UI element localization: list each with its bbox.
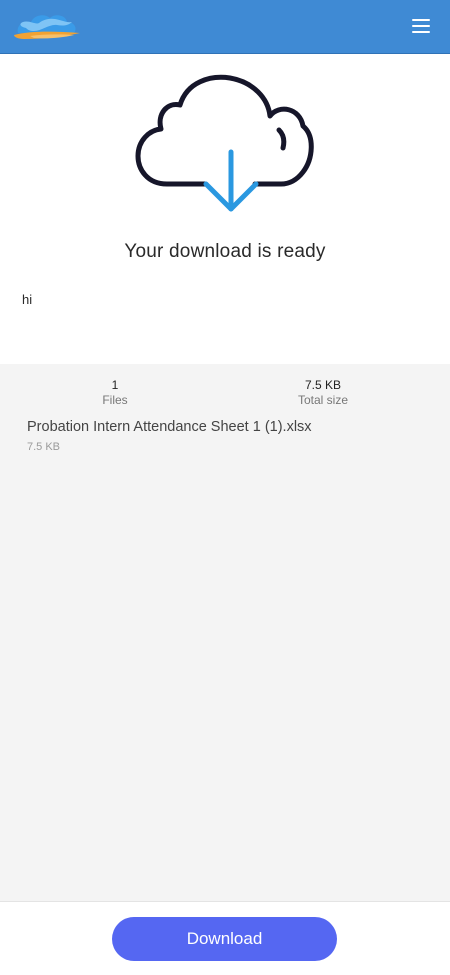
menu-button[interactable]	[412, 17, 432, 35]
menu-bar-line	[412, 19, 430, 21]
sender-message: hi	[22, 292, 33, 307]
download-ready-panel: Your download is ready hi	[0, 54, 450, 364]
file-size: 7.5 KB	[27, 441, 61, 453]
page: Your download is ready hi 1 Files 7.5 KB…	[0, 0, 450, 975]
file-name: Probation Intern Attendance Sheet 1 (1).…	[27, 419, 312, 435]
top-navigation-bar	[0, 0, 450, 54]
cloud-logo-icon[interactable]	[12, 9, 82, 45]
menu-bar-line	[412, 31, 430, 33]
transfer-summary: 1 Files 7.5 KB Total size	[0, 378, 450, 414]
total-size-stat: 7.5 KB Total size	[253, 378, 393, 408]
file-list-item[interactable]: Probation Intern Attendance Sheet 1 (1).…	[27, 418, 427, 453]
footer-bar: Download	[0, 901, 450, 975]
page-title: Your download is ready	[124, 241, 326, 262]
files-count-stat: 1 Files	[45, 378, 185, 408]
total-size-label: Total size	[297, 393, 349, 407]
menu-bar-line	[412, 25, 430, 27]
cloud-download-icon	[135, 74, 314, 212]
files-count-label: Files	[102, 393, 128, 407]
download-button[interactable]: Download	[112, 917, 337, 961]
files-count-value: 1	[111, 378, 119, 392]
total-size-value: 7.5 KB	[304, 378, 342, 392]
